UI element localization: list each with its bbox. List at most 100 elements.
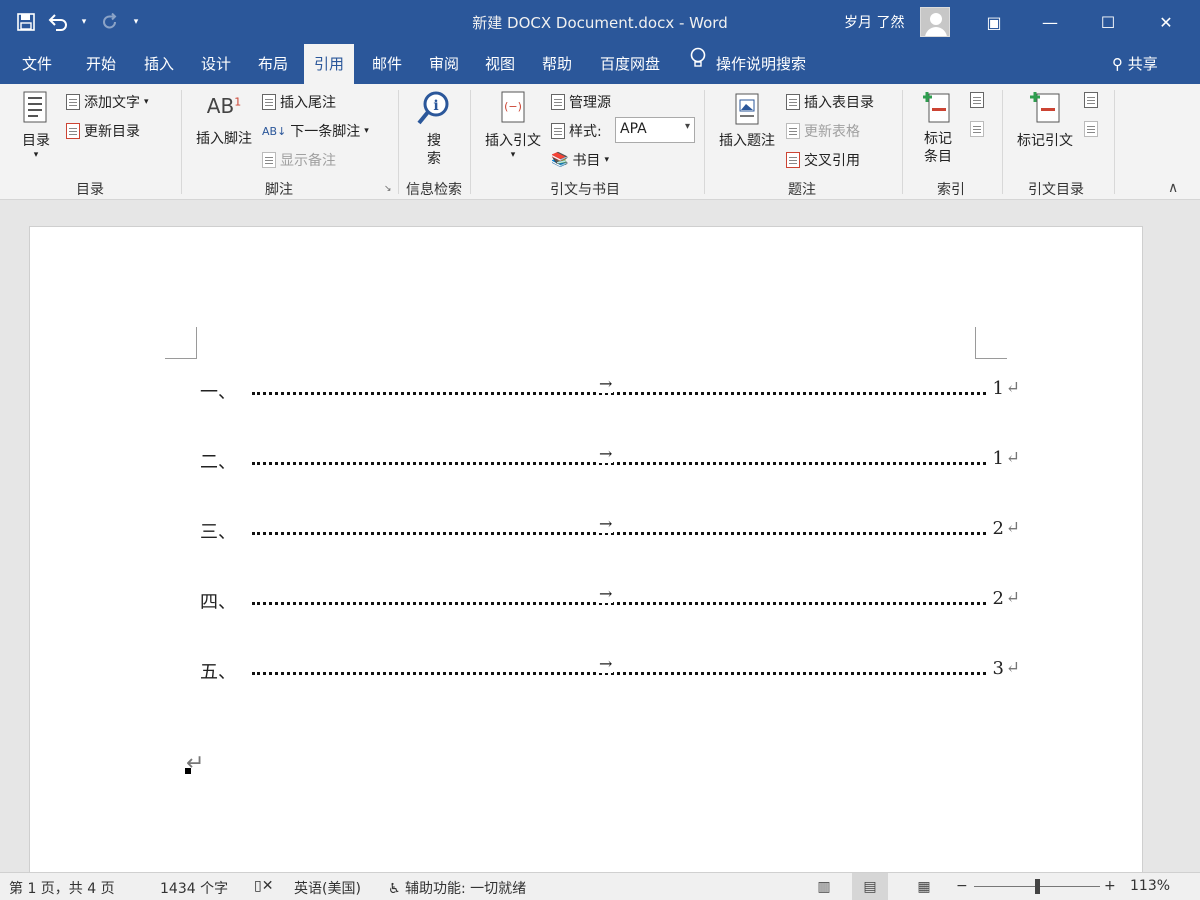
insert-caption-button[interactable]: 插入题注	[714, 92, 780, 150]
update-table-of-authorities-button[interactable]	[1084, 121, 1098, 137]
insert-endnote-label: 插入尾注	[280, 95, 336, 111]
document-area[interactable]: 一、 → 1 ↵ 二、 → 1 ↵ 三、 → 2 ↵ 四、 → 2 ↵ 五、 →…	[0, 200, 1200, 872]
group-index-label: 索引	[937, 182, 965, 198]
document-page[interactable]: 一、 → 1 ↵ 二、 → 1 ↵ 三、 → 2 ↵ 四、 → 2 ↵ 五、 →…	[29, 226, 1143, 872]
accessibility-status[interactable]: ♿ 辅助功能: 一切就绪	[388, 878, 526, 898]
zoom-out-button[interactable]: −	[956, 878, 968, 894]
page-count[interactable]: 第 1 页，共 4 页	[9, 878, 115, 898]
search-button[interactable]: i 搜 索	[412, 90, 456, 168]
tell-me-search[interactable]: 操作说明搜索	[690, 44, 806, 84]
update-index-button[interactable]	[970, 121, 984, 137]
manage-sources-button[interactable]: 管理源	[551, 92, 611, 112]
group-divider	[398, 90, 399, 194]
insert-table-of-figures-button[interactable]: 插入表目录	[786, 92, 874, 112]
update-table-icon	[786, 123, 800, 139]
zoom-level[interactable]: 113%	[1130, 878, 1170, 894]
insert-index-button[interactable]	[970, 92, 984, 108]
save-icon[interactable]	[14, 10, 38, 34]
update-toc-button[interactable]: 更新目录	[66, 121, 140, 141]
language[interactable]: 英语(美国)	[294, 878, 361, 898]
close-button[interactable]: ✕	[1138, 0, 1194, 44]
tab-layout[interactable]: 布局	[250, 44, 296, 84]
mark-entry-button[interactable]: 标记 条目	[914, 90, 962, 166]
insert-footnote-button[interactable]: AB1 插入脚注	[192, 94, 256, 148]
toc-entry-page: 1	[992, 448, 1004, 469]
chevron-down-icon: ▾	[33, 150, 39, 160]
customize-qat-icon[interactable]: ▾	[130, 10, 142, 34]
toc-icon	[23, 91, 47, 123]
update-index-icon	[970, 121, 984, 137]
tab-arrow-icon: →	[598, 584, 614, 603]
avatar[interactable]	[920, 7, 950, 37]
show-notes-icon	[262, 152, 276, 168]
style-icon	[551, 123, 565, 139]
user-name[interactable]: 岁月 了然	[844, 12, 904, 32]
svg-text:i: i	[433, 98, 438, 114]
collapse-ribbon-icon[interactable]: ∧	[1168, 180, 1178, 196]
add-text-icon	[66, 94, 80, 110]
toc-entry[interactable]: 五、 → 3 ↵	[200, 654, 1020, 688]
title-bar: ▾ ▾ 新建 DOCX Document.docx - Word 岁月 了然 ▣…	[0, 0, 1200, 44]
insert-citation-button[interactable]: (−) 插入引文 ▾	[480, 90, 546, 160]
undo-icon[interactable]	[46, 10, 70, 34]
tab-file[interactable]: 文件	[14, 44, 60, 84]
next-footnote-button[interactable]: AB↓ 下一条脚注 ▾	[262, 121, 369, 141]
add-text-button[interactable]: 添加文字 ▾	[66, 92, 149, 112]
zoom-slider-thumb[interactable]	[1035, 879, 1040, 894]
toc-entry[interactable]: 一、 → 1 ↵	[200, 374, 1020, 408]
group-divider	[470, 90, 471, 194]
footnote-icon-sup: 1	[234, 95, 242, 109]
read-mode-button[interactable]: ▥	[806, 873, 842, 900]
undo-dropdown-icon[interactable]: ▾	[78, 10, 90, 34]
toc-entry[interactable]: 四、 → 2 ↵	[200, 584, 1020, 618]
tab-home[interactable]: 开始	[78, 44, 124, 84]
zoom-in-button[interactable]: +	[1104, 878, 1116, 894]
dialog-launcher-icon[interactable]: ↘	[384, 184, 392, 194]
toc-leader	[252, 532, 986, 535]
insert-table-of-authorities-button[interactable]	[1084, 92, 1098, 108]
print-layout-button[interactable]: ▤	[852, 873, 888, 900]
share-label: 共享	[1127, 55, 1158, 73]
toc-entry[interactable]: 二、 → 1 ↵	[200, 444, 1020, 478]
next-footnote-label: 下一条脚注	[290, 124, 361, 140]
tab-review[interactable]: 审阅	[421, 44, 467, 84]
tab-design[interactable]: 设计	[193, 44, 239, 84]
toc-entry[interactable]: 三、 → 2 ↵	[200, 514, 1020, 548]
update-table-button[interactable]: 更新表格	[786, 121, 860, 141]
paragraph-mark-icon: ↵	[1005, 658, 1020, 678]
tab-baidu-netdisk[interactable]: 百度网盘	[592, 44, 668, 84]
tab-insert[interactable]: 插入	[136, 44, 182, 84]
insert-index-icon	[970, 92, 984, 108]
cross-reference-button[interactable]: 交叉引用	[786, 150, 860, 170]
mark-entry-label-2: 条目	[924, 149, 952, 165]
toc-entry-number: 五、	[200, 662, 236, 683]
ribbon-tabs: 文件 开始 插入 设计 布局 引用 邮件 审阅 视图 帮助 百度网盘 操作说明搜…	[0, 44, 1200, 84]
tab-references[interactable]: 引用	[304, 44, 355, 84]
tab-help[interactable]: 帮助	[534, 44, 580, 84]
maximize-button[interactable]: ☐	[1080, 0, 1136, 44]
group-divider	[902, 90, 903, 194]
svg-text:(−): (−)	[504, 100, 522, 113]
citation-style-select[interactable]: APA ▾	[615, 117, 695, 143]
redo-icon[interactable]	[98, 10, 122, 34]
read-mode-icon: ▥	[817, 879, 831, 895]
bibliography-button[interactable]: 📚 书目 ▾	[551, 150, 609, 170]
mark-citation-button[interactable]: 标记引文	[1010, 90, 1080, 150]
group-toc-label: 目录	[76, 182, 104, 198]
insert-endnote-button[interactable]: 插入尾注	[262, 92, 336, 112]
tab-mailings[interactable]: 邮件	[364, 44, 410, 84]
ribbon-display-options-button[interactable]: ▣	[966, 0, 1022, 44]
share-button[interactable]: ⚲ 共享	[1112, 44, 1158, 84]
group-footnotes-label: 脚注	[265, 182, 293, 198]
tab-view[interactable]: 视图	[477, 44, 523, 84]
web-layout-icon: ▦	[917, 879, 931, 895]
show-notes-button[interactable]: 显示备注	[262, 150, 336, 170]
update-table-label: 更新表格	[804, 124, 860, 140]
proofing-icon[interactable]: ▯✕	[254, 878, 273, 894]
mark-entry-icon	[923, 92, 950, 123]
web-layout-button[interactable]: ▦	[906, 873, 942, 900]
word-count[interactable]: 1434 个字	[160, 878, 228, 898]
toc-button[interactable]: 目录 ▾	[14, 90, 58, 160]
print-layout-icon: ▤	[863, 879, 877, 895]
minimize-button[interactable]: —	[1022, 0, 1078, 44]
